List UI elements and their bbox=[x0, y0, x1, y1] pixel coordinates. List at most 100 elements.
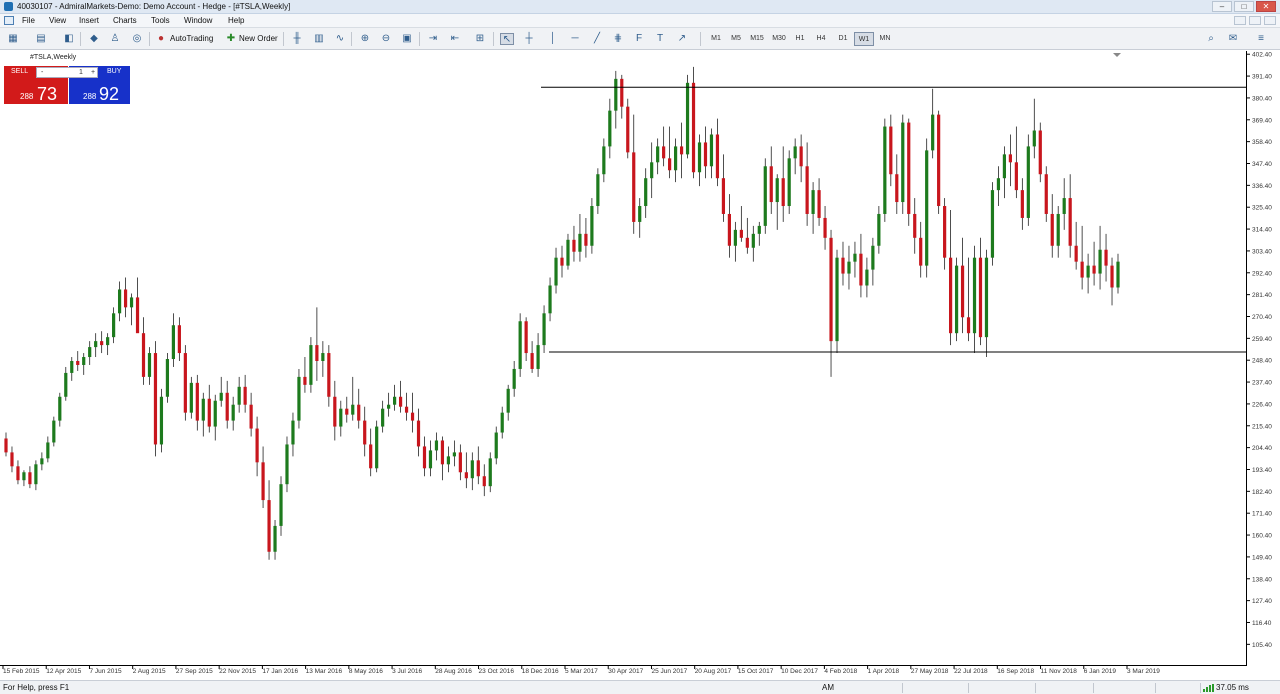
chart-shift-marker bbox=[1113, 53, 1121, 57]
mdi-minimize-button[interactable] bbox=[1234, 16, 1246, 25]
price-tick-label: 325.40 bbox=[1252, 205, 1272, 212]
menu-window[interactable]: Window bbox=[184, 16, 212, 25]
candle-body bbox=[506, 388, 510, 413]
close-button[interactable]: ✕ bbox=[1256, 1, 1276, 12]
candle-body bbox=[668, 158, 672, 171]
bar-chart-icon[interactable]: ╫ bbox=[290, 33, 304, 45]
autoscroll-icon[interactable]: ⇥ bbox=[426, 33, 440, 45]
candle-body bbox=[871, 245, 875, 270]
sell-price-big: 73 bbox=[37, 84, 58, 104]
new-chart-icon[interactable]: ▦ bbox=[6, 33, 20, 45]
mdi-restore-button[interactable] bbox=[1249, 16, 1261, 25]
candle-body bbox=[990, 190, 995, 258]
candle-body bbox=[470, 460, 474, 479]
timeframe-w1[interactable]: W1 bbox=[854, 32, 874, 46]
timeframe-m30[interactable]: M30 bbox=[769, 32, 789, 46]
menu-insert[interactable]: Insert bbox=[79, 16, 99, 25]
search-icon[interactable]: ⌕ bbox=[1204, 33, 1218, 45]
sell-label: SELL bbox=[11, 68, 29, 75]
signals-icon[interactable]: ≡ bbox=[1254, 33, 1268, 45]
timeframe-m1[interactable]: M1 bbox=[706, 32, 726, 46]
strategy-tester-icon[interactable]: ◎ bbox=[130, 33, 144, 45]
time-tick-label: 18 Dec 2016 bbox=[522, 668, 559, 675]
menu-help[interactable]: Help bbox=[228, 16, 244, 25]
menu-tools[interactable]: Tools bbox=[151, 16, 170, 25]
line-chart-icon[interactable]: ∿ bbox=[333, 33, 347, 45]
terminal-icon[interactable]: ♙ bbox=[108, 33, 122, 45]
horizontal-line-icon[interactable]: ─ bbox=[568, 33, 582, 45]
candle-body bbox=[996, 178, 1001, 191]
price-tick-label: 182.40 bbox=[1252, 489, 1272, 496]
toolbar: ▦ ▤ ◧ ◆ ♙ ◎ ● AutoTrading ✚ New Order ╫ … bbox=[0, 28, 1280, 50]
zoom-out-icon[interactable]: ⊖ bbox=[379, 33, 393, 45]
menu-bar: File View Insert Charts Tools Window Hel… bbox=[0, 14, 1280, 28]
candle-body bbox=[787, 158, 791, 207]
price-tick-label: 380.40 bbox=[1252, 95, 1272, 102]
candle-body bbox=[428, 450, 433, 469]
candle-body bbox=[22, 472, 26, 481]
price-tick-label: 347.40 bbox=[1252, 161, 1272, 168]
timeframe-mn[interactable]: MN bbox=[875, 32, 895, 46]
equidistant-channel-icon[interactable]: ⋕ bbox=[611, 33, 625, 45]
timeframe-h4[interactable]: H4 bbox=[811, 32, 831, 46]
candle-body bbox=[925, 150, 929, 266]
volume-decrease-icon[interactable]: - bbox=[41, 68, 43, 77]
candle-body bbox=[931, 114, 935, 151]
volume-increase-icon[interactable]: + bbox=[91, 68, 95, 77]
profiles-icon[interactable]: ▤ bbox=[34, 33, 48, 45]
timeframe-m15[interactable]: M15 bbox=[747, 32, 767, 46]
menu-charts[interactable]: Charts bbox=[113, 16, 137, 25]
navigator-icon[interactable]: ◆ bbox=[87, 33, 101, 45]
candlestick-icon[interactable]: ▥ bbox=[312, 33, 326, 45]
candle-body bbox=[46, 442, 50, 459]
tile-windows-icon[interactable]: ▣ bbox=[400, 33, 414, 45]
menu-view[interactable]: View bbox=[49, 16, 66, 25]
candle-body bbox=[889, 126, 893, 175]
time-tick-label: 27 Sep 2015 bbox=[176, 668, 213, 675]
chat-icon[interactable]: ✉ bbox=[1226, 33, 1240, 45]
fibonacci-icon[interactable]: F bbox=[632, 33, 646, 45]
candle-body bbox=[602, 146, 606, 175]
zoom-in-icon[interactable]: ⊕ bbox=[358, 33, 372, 45]
profile-name: AM bbox=[822, 683, 834, 692]
chart-window-icon[interactable] bbox=[4, 16, 14, 25]
trendline-icon[interactable]: ╱ bbox=[590, 33, 604, 45]
candle-body bbox=[416, 420, 421, 447]
price-tick-label: 215.40 bbox=[1252, 423, 1272, 430]
candle-body bbox=[261, 462, 265, 501]
chart-window[interactable]: 402.40 391.40 380.40 369.40 358.40 347.40 336.… bbox=[0, 51, 1280, 680]
new-order-button[interactable]: New Order bbox=[239, 32, 278, 46]
text-tool-icon[interactable]: T bbox=[653, 33, 667, 45]
cursor-icon[interactable]: ↖ bbox=[500, 33, 514, 45]
candle-body bbox=[949, 257, 953, 334]
candle-body bbox=[913, 213, 917, 238]
chart-shift-icon[interactable]: ⇤ bbox=[448, 33, 462, 45]
autotrading-button[interactable]: AutoTrading bbox=[170, 32, 213, 46]
candle-body bbox=[393, 396, 397, 405]
market-watch-icon[interactable]: ◧ bbox=[62, 33, 76, 45]
candle-body bbox=[805, 166, 809, 214]
maximize-button[interactable]: □ bbox=[1234, 1, 1254, 12]
timeframe-m5[interactable]: M5 bbox=[726, 32, 746, 46]
mdi-close-button[interactable] bbox=[1264, 16, 1276, 25]
menu-file[interactable]: File bbox=[22, 16, 35, 25]
minimize-button[interactable]: – bbox=[1212, 1, 1232, 12]
new-order-icon[interactable]: ✚ bbox=[224, 33, 238, 45]
price-chart[interactable]: 402.40 391.40 380.40 369.40 358.40 347.40 336.… bbox=[0, 51, 1280, 680]
crosshair-icon[interactable]: ┼ bbox=[522, 33, 536, 45]
candle-body bbox=[225, 392, 229, 421]
price-tick-label: 391.40 bbox=[1252, 74, 1272, 81]
autotrading-icon[interactable]: ● bbox=[154, 33, 168, 45]
timeframe-d1[interactable]: D1 bbox=[833, 32, 853, 46]
candle-body bbox=[165, 359, 170, 397]
candle-body bbox=[596, 174, 600, 207]
volume-input[interactable]: - 1 + bbox=[36, 67, 98, 78]
arrows-tool-icon[interactable]: ↗ bbox=[675, 33, 689, 45]
time-tick-label: 12 Apr 2015 bbox=[46, 668, 81, 675]
timeframe-h1[interactable]: H1 bbox=[790, 32, 810, 46]
candle-body bbox=[476, 460, 480, 477]
vertical-line-icon[interactable]: │ bbox=[546, 33, 560, 45]
candle-body bbox=[177, 325, 181, 354]
candle-body bbox=[907, 122, 911, 214]
indicators-icon[interactable]: ⊞ bbox=[473, 33, 487, 45]
